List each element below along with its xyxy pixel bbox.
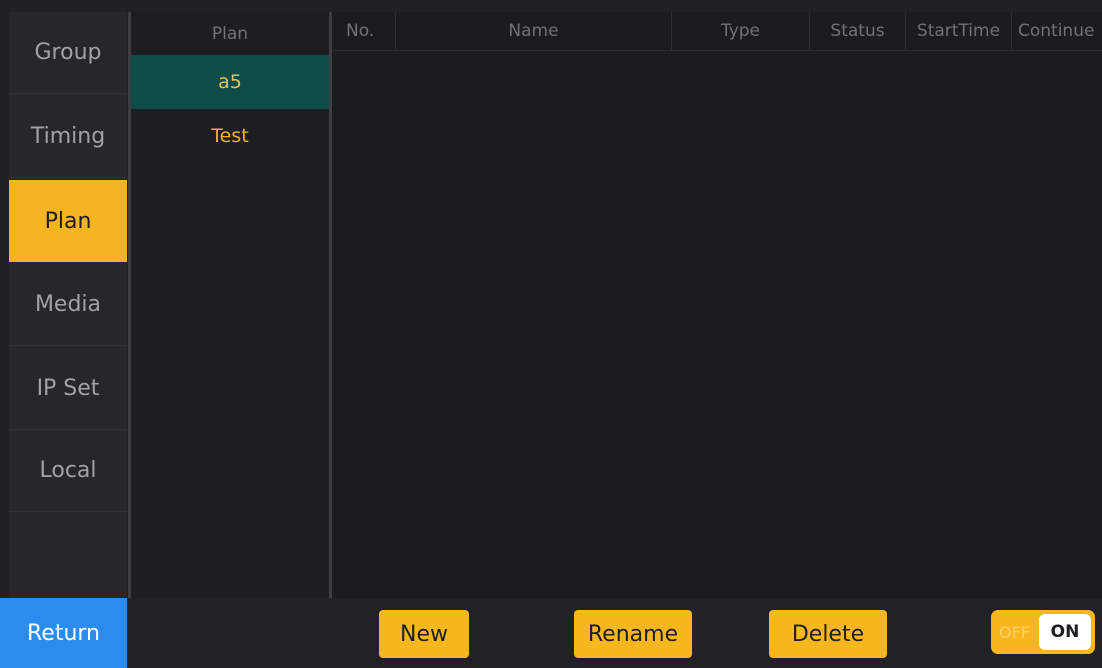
bottom-toolbar: New Rename Delete OFF ON xyxy=(127,598,1102,668)
nav-empty-slot xyxy=(9,514,127,598)
column-header-continue: Continue xyxy=(1018,21,1095,41)
nav-item-label: IP Set xyxy=(36,376,100,401)
nav-item-group[interactable]: Group xyxy=(9,12,127,94)
sidebar-nav: Group Timing Plan Media IP Set Local xyxy=(9,12,127,598)
nav-item-label: Group xyxy=(34,40,102,65)
nav-item-label: Plan xyxy=(44,208,92,234)
nav-item-label: Media xyxy=(34,292,102,317)
delete-button-label: Delete xyxy=(791,621,865,647)
nav-item-media[interactable]: Media xyxy=(9,264,127,346)
plan-item-label: Test xyxy=(211,125,249,147)
nav-item-label: Timing xyxy=(30,124,106,149)
plan-item-a5[interactable]: a5 xyxy=(131,55,329,109)
column-header-status: Status xyxy=(810,12,906,50)
toggle-on-knob: ON xyxy=(1039,614,1091,650)
column-header-type: Type xyxy=(672,12,810,50)
plan-item-test[interactable]: Test xyxy=(131,109,329,163)
column-header-name: Name xyxy=(396,12,672,50)
nav-item-ip-set[interactable]: IP Set xyxy=(9,348,127,430)
plan-list: Plan a5 Test xyxy=(131,12,329,598)
return-button[interactable]: Return xyxy=(0,598,127,668)
plan-item-label: a5 xyxy=(218,71,242,93)
return-button-label: Return xyxy=(26,620,100,646)
rename-button-label: Rename xyxy=(587,621,679,647)
app-window: Group Timing Plan Media IP Set Local Pla… xyxy=(0,0,1102,668)
on-off-toggle[interactable]: OFF ON xyxy=(991,610,1095,654)
new-button[interactable]: New xyxy=(379,610,469,658)
nav-item-plan[interactable]: Plan xyxy=(9,180,127,262)
nav-item-timing[interactable]: Timing xyxy=(9,96,127,178)
delete-button[interactable]: Delete xyxy=(769,610,887,658)
column-header-no: No. xyxy=(332,12,396,50)
table-header: No. Name Type Status StartTime Continue xyxy=(332,12,1102,51)
nav-item-local[interactable]: Local xyxy=(9,430,127,512)
new-button-label: New xyxy=(400,621,448,647)
nav-item-label: Local xyxy=(39,458,97,483)
plan-list-header: Plan xyxy=(211,23,249,44)
column-header-starttime: StartTime xyxy=(906,12,1012,50)
program-table: No. Name Type Status StartTime Continue xyxy=(332,12,1102,598)
rename-button[interactable]: Rename xyxy=(574,610,692,658)
toggle-off-label: OFF xyxy=(999,622,1030,642)
